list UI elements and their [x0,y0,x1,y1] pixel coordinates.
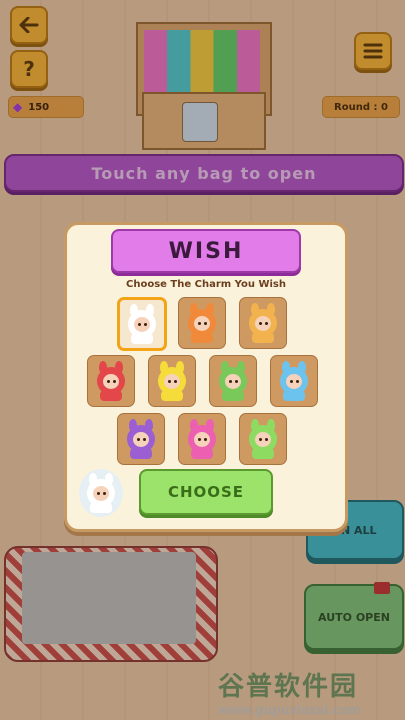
orange-fox-charm-slot[interactable] [178,297,226,349]
purple-bunny-charm-slot[interactable] [117,413,165,465]
charm-figure [155,361,189,401]
charm-figure [246,419,280,459]
charm-figure [84,473,118,513]
preview-charm [79,469,123,517]
charm-figure [94,361,128,401]
charm-figure [216,361,250,401]
wish-subtitle: Choose The Charm You Wish [126,279,286,290]
blue-bunny-charm-slot[interactable] [270,355,318,407]
tan-bunny-charm-slot[interactable] [239,297,287,349]
charm-figure [277,361,311,401]
yellow-bunny-charm-slot[interactable] [148,355,196,407]
choose-label: CHOOSE [167,483,245,501]
green-bunny-charm-slot[interactable] [209,355,257,407]
choose-button[interactable]: CHOOSE [139,469,273,515]
charm-figure [124,419,158,459]
pink-bunny-charm-slot[interactable] [178,413,226,465]
red-bunny-charm-slot[interactable] [87,355,135,407]
wish-title: WISH [111,229,301,273]
charm-figure [246,303,280,343]
charm-figure [125,304,159,344]
charm-figure [185,303,219,343]
wish-modal: WISH Choose The Charm You Wish CHOOSE [64,222,348,532]
charm-figure [185,419,219,459]
white-cat-charm-slot[interactable] [117,297,167,351]
lime-bunny-charm-slot[interactable] [239,413,287,465]
wish-title-text: WISH [168,238,244,264]
